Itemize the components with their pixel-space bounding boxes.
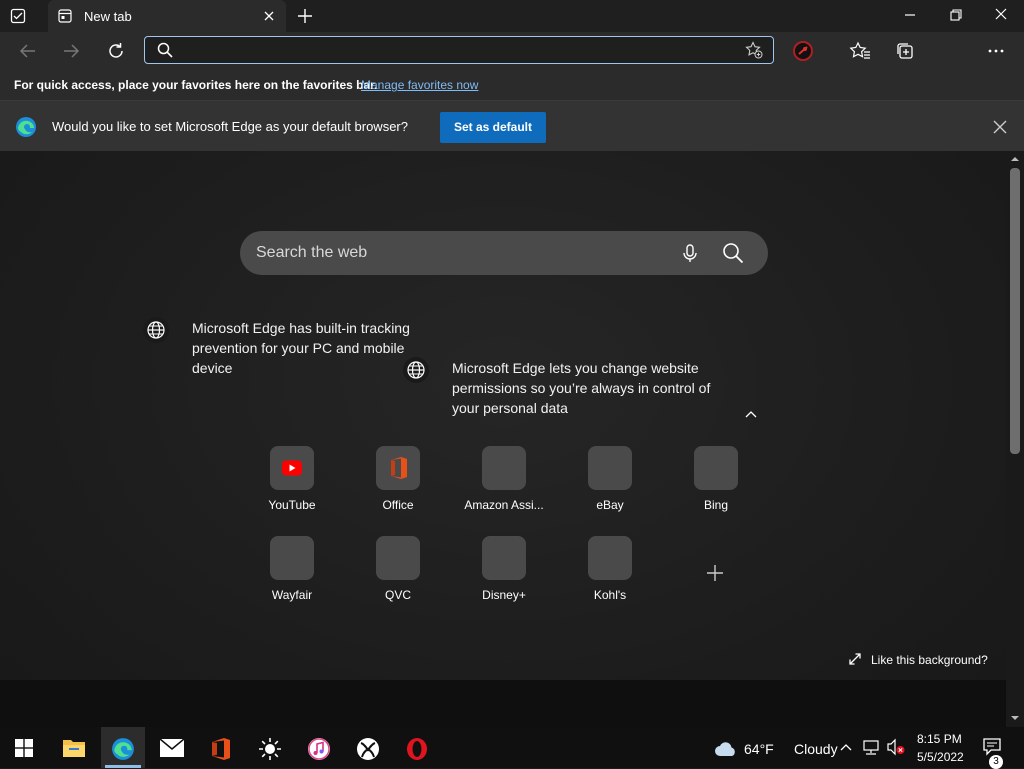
tip-site-permissions[interactable]: Microsoft Edge lets you change website p…	[452, 358, 714, 418]
site-placeholder-icon	[694, 446, 738, 490]
globe-icon	[143, 317, 169, 343]
clock-date[interactable]: 5/5/2022	[917, 750, 964, 764]
infobar-message: Would you like to set Microsoft Edge as …	[52, 119, 408, 134]
microphone-icon[interactable]	[680, 243, 700, 263]
volume-muted-icon[interactable]	[886, 738, 906, 756]
address-input[interactable]	[181, 40, 745, 62]
favorites-bar-message: For quick access, place your favorites h…	[14, 78, 378, 92]
address-bar[interactable]	[144, 36, 774, 64]
quick-link-bing[interactable]: Bing	[673, 446, 759, 512]
edge-logo-icon	[15, 116, 37, 138]
quick-link-label: Bing	[703, 498, 729, 512]
add-favorite-star-icon[interactable]	[745, 41, 763, 59]
extension-icon[interactable]	[792, 40, 814, 62]
favorites-icon[interactable]	[849, 40, 871, 62]
mail-icon[interactable]	[150, 727, 194, 768]
search-icon[interactable]	[722, 242, 744, 264]
tip-tracking-prevention[interactable]: Microsoft Edge has built-in tracking pre…	[192, 318, 432, 378]
tab-title: New tab	[84, 9, 132, 24]
web-search-placeholder: Search the web	[256, 244, 368, 261]
chevron-up-icon[interactable]	[839, 740, 853, 754]
minimize-button[interactable]	[894, 0, 926, 32]
browser-toolbar	[0, 32, 1024, 96]
tab-strip: New tab	[0, 0, 1024, 32]
web-search-box[interactable]: Search the web	[240, 231, 768, 275]
site-placeholder-icon	[482, 446, 526, 490]
close-tab-icon[interactable]	[262, 9, 276, 23]
quick-link-wayfair[interactable]: Wayfair	[249, 536, 335, 602]
manage-favorites-link[interactable]: Manage favorites now	[361, 78, 478, 92]
close-infobar-icon[interactable]	[991, 118, 1009, 136]
opera-icon[interactable]	[395, 727, 439, 768]
page-footer-band	[0, 680, 1006, 727]
quick-link-kohls[interactable]: Kohl's	[567, 536, 653, 602]
brightness-icon[interactable]	[248, 727, 292, 768]
site-placeholder-icon	[482, 536, 526, 580]
refresh-icon[interactable]	[105, 40, 127, 62]
network-icon[interactable]	[861, 739, 881, 755]
more-options-icon[interactable]	[985, 40, 1007, 62]
edge-taskbar-icon[interactable]	[101, 727, 145, 768]
weather-condition: Cloudy	[794, 741, 838, 757]
scroll-down-arrow-icon[interactable]	[1010, 713, 1020, 723]
scrollbar-thumb[interactable]	[1010, 168, 1020, 454]
quick-link-youtube[interactable]: YouTube	[249, 446, 335, 512]
add-site-plus-icon[interactable]	[704, 562, 726, 584]
quick-link-qvc[interactable]: QVC	[355, 536, 441, 602]
site-placeholder-icon	[376, 536, 420, 580]
youtube-icon	[270, 446, 314, 490]
chevron-up-icon[interactable]	[744, 407, 758, 421]
search-icon	[157, 42, 173, 58]
tab-new-tab[interactable]: New tab	[48, 0, 286, 32]
quick-link-label: eBay	[596, 498, 624, 512]
quick-link-disney-plus[interactable]: Disney+	[461, 536, 547, 602]
scroll-up-arrow-icon[interactable]	[1010, 154, 1020, 164]
expand-arrows-icon	[848, 652, 862, 666]
quick-link-amazon-assistant[interactable]: Amazon Assi...	[461, 446, 547, 512]
site-placeholder-icon	[588, 536, 632, 580]
quick-link-ebay[interactable]: eBay	[567, 446, 653, 512]
xbox-icon[interactable]	[346, 727, 390, 768]
default-browser-infobar: Would you like to set Microsoft Edge as …	[0, 101, 1024, 151]
back-arrow-icon[interactable]	[17, 40, 39, 62]
file-explorer-icon[interactable]	[52, 727, 96, 768]
collections-icon[interactable]	[894, 40, 916, 62]
like-background-text: Like this background?	[871, 653, 988, 667]
quick-link-label: QVC	[384, 588, 411, 602]
quick-link-label: Office	[382, 498, 414, 512]
site-placeholder-icon	[588, 446, 632, 490]
cloud-icon	[714, 739, 738, 757]
quick-link-label: YouTube	[268, 498, 316, 512]
quick-link-label: Kohl's	[593, 588, 627, 602]
restore-button[interactable]	[940, 0, 972, 32]
office-taskbar-icon[interactable]	[199, 727, 243, 768]
tab-actions-icon[interactable]	[10, 8, 26, 24]
new-tab-page-icon	[58, 9, 72, 23]
quick-link-label: Disney+	[482, 588, 526, 602]
clock-time[interactable]: 8:15 PM	[917, 732, 962, 746]
quick-link-label: Wayfair	[271, 588, 313, 602]
itunes-icon[interactable]	[297, 727, 341, 768]
windows-taskbar: 64°F Cloudy 8:15 PM 5/5/2022 3	[0, 727, 1024, 769]
notification-count-badge: 3	[989, 755, 1003, 769]
favorites-bar: For quick access, place your favorites h…	[0, 70, 1024, 101]
office-icon	[376, 446, 420, 490]
site-placeholder-icon	[270, 536, 314, 580]
new-tab-button[interactable]	[296, 7, 314, 25]
set-as-default-button[interactable]: Set as default	[440, 112, 546, 143]
quick-link-label: Amazon Assi...	[464, 498, 544, 512]
start-button[interactable]	[2, 727, 46, 768]
close-window-button[interactable]	[985, 0, 1017, 32]
weather-temperature: 64°F	[744, 741, 774, 757]
globe-icon	[403, 357, 429, 383]
forward-arrow-icon[interactable]	[60, 40, 82, 62]
notification-center-icon[interactable]	[982, 737, 1002, 757]
quick-link-office[interactable]: Office	[355, 446, 441, 512]
